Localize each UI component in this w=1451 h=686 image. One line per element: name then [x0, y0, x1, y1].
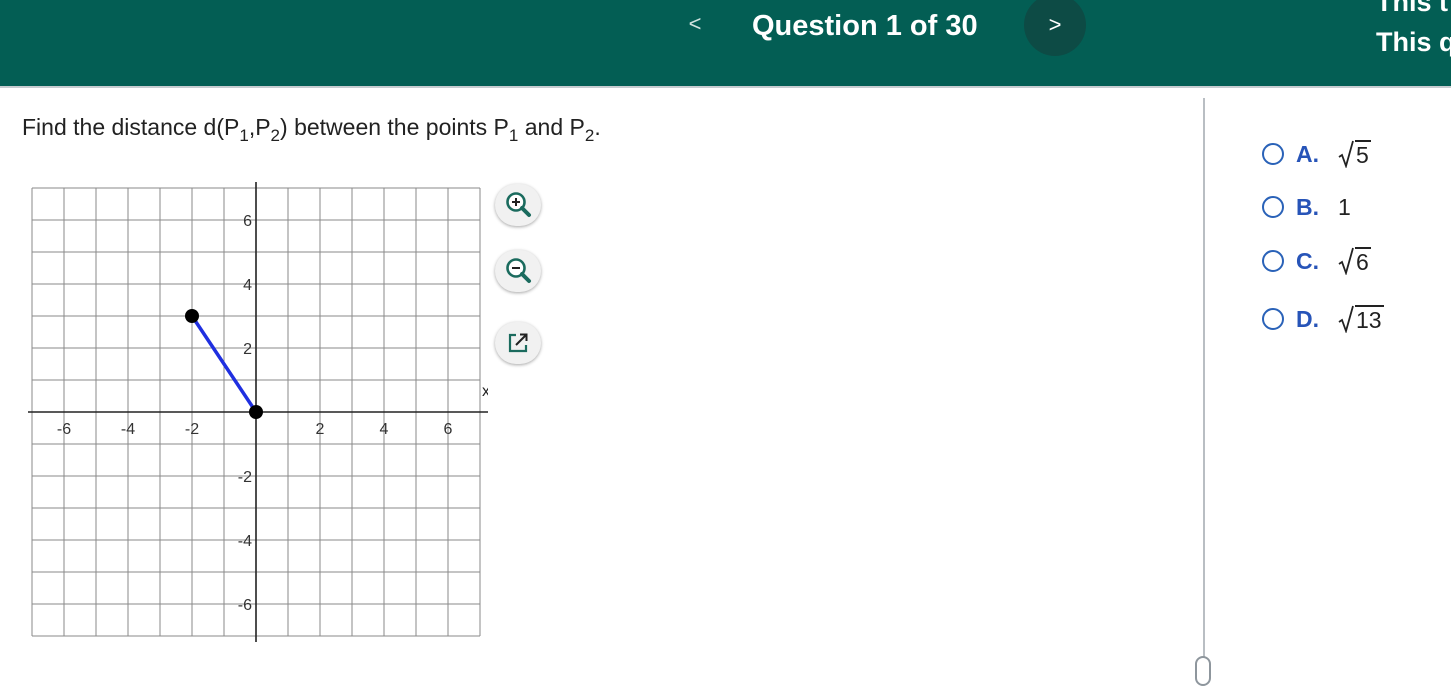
option-c-value: 6: [1338, 247, 1371, 275]
option-a-radio[interactable]: [1262, 143, 1284, 165]
y-tick-label: 6: [243, 213, 252, 230]
question-text-5: .: [594, 114, 601, 140]
y-tick-label: -2: [238, 469, 252, 486]
zoom-out-icon: [506, 258, 531, 283]
question-text-2: ,P: [248, 114, 271, 140]
option-d-value: 13: [1338, 305, 1384, 333]
x-tick-label: 2: [316, 421, 325, 438]
option-d-letter: D.: [1296, 305, 1319, 332]
y-tick-label: -6: [238, 597, 252, 614]
header-right-text-2: This q: [1376, 27, 1451, 57]
option-c[interactable]: C. 6: [1262, 244, 1371, 278]
y-tick-label: -4: [238, 533, 252, 550]
option-a[interactable]: A. 5: [1262, 137, 1371, 171]
x-tick-label: -2: [185, 421, 199, 438]
x-axis-label: x: [482, 383, 488, 400]
question-sub-4: 2: [584, 126, 595, 145]
header-bar: < Question 1 of 30 > This t This q: [0, 0, 1451, 88]
pane-resize-handle[interactable]: [1195, 656, 1211, 686]
option-b-letter: B.: [1296, 193, 1319, 220]
zoom-in-icon: [506, 192, 531, 217]
option-d-radio[interactable]: [1262, 308, 1284, 330]
previous-question-button[interactable]: <: [669, 2, 721, 46]
option-c-radio[interactable]: [1262, 250, 1284, 272]
option-b[interactable]: B. 1: [1262, 190, 1351, 224]
x-tick-label: 4: [380, 421, 389, 438]
option-d-radicand: 13: [1355, 305, 1384, 333]
option-a-letter: A.: [1296, 140, 1319, 167]
question-prompt: Find the distance d(P1,P2) between the p…: [22, 110, 742, 144]
option-c-radicand: 6: [1355, 247, 1371, 275]
question-sub-1: 1: [239, 126, 249, 145]
question-sub-3: 1: [508, 126, 519, 145]
pane-divider: [1203, 98, 1205, 672]
point-p2: [249, 405, 263, 419]
question-counter: Question 1 of 30: [752, 10, 978, 42]
header-divider: [0, 86, 1451, 88]
header-right-text-1: This t: [1376, 0, 1448, 17]
question-text-1: Find the distance d(P: [22, 114, 240, 140]
radical-sign-icon: [1338, 140, 1354, 168]
x-tick-label: -6: [57, 421, 71, 438]
option-b-radio[interactable]: [1262, 196, 1284, 218]
zoom-out-button[interactable]: [495, 250, 541, 292]
option-c-letter: C.: [1296, 247, 1319, 274]
next-question-button[interactable]: >: [1024, 0, 1086, 56]
x-tick-label: -4: [121, 421, 135, 438]
question-text-4: and P: [518, 114, 585, 140]
radical-sign-icon: [1338, 247, 1354, 275]
option-b-value: 1: [1338, 193, 1351, 220]
y-tick-label: 2: [243, 341, 252, 358]
coordinate-graph: xy-6-4-2246642-2-4-6: [28, 182, 488, 642]
y-tick-label: 4: [243, 277, 252, 294]
question-text-3: ) between the points P: [280, 114, 509, 140]
option-d[interactable]: D. 13: [1262, 302, 1384, 336]
option-a-value: 5: [1338, 140, 1371, 168]
popout-button[interactable]: [495, 322, 541, 364]
x-tick-label: 6: [444, 421, 453, 438]
option-a-radicand: 5: [1355, 140, 1371, 168]
zoom-in-button[interactable]: [495, 184, 541, 226]
point-p1: [185, 309, 199, 323]
radical-sign-icon: [1338, 305, 1354, 333]
question-sub-2: 2: [270, 126, 281, 145]
popout-icon: [508, 333, 528, 353]
